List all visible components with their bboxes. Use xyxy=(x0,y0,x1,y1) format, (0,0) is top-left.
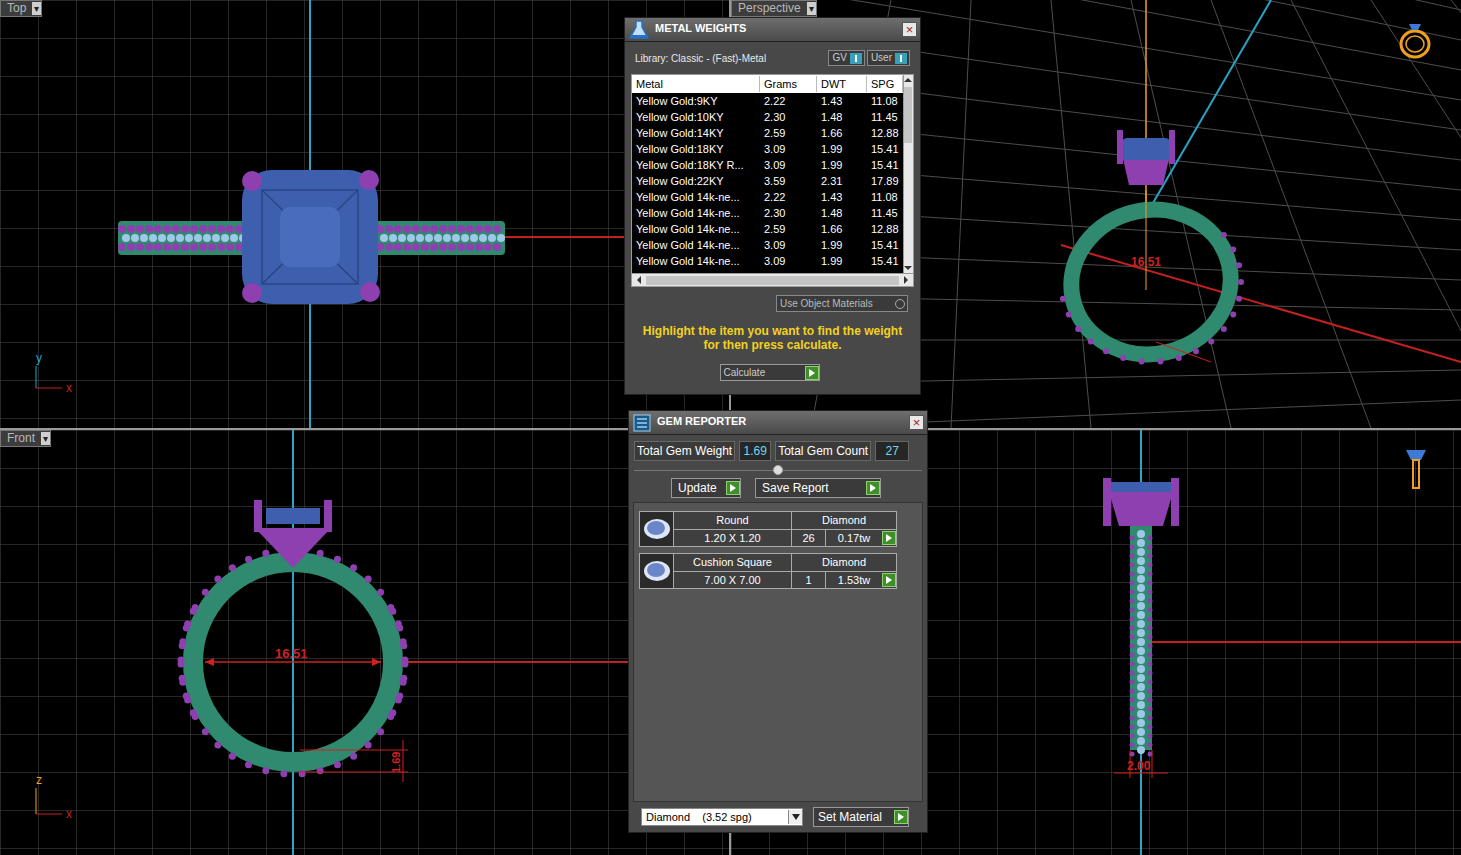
set-material-button[interactable]: Set Material xyxy=(813,807,909,827)
vertical-scrollbar[interactable] xyxy=(903,75,913,273)
toggle-indicator xyxy=(895,53,907,64)
total-count-label: Total Gem Count xyxy=(775,441,871,461)
scroll-down-icon[interactable] xyxy=(904,263,912,273)
svg-text:x: x xyxy=(66,381,72,395)
metal-table[interactable]: MetalGramsDWTSPGYellow Gold:9KY2.221.431… xyxy=(631,74,914,287)
svg-text:2.00: 2.00 xyxy=(1127,759,1151,773)
instruction-message: Highlight the item you want to find the … xyxy=(625,312,920,352)
table-row[interactable]: Yellow Gold:18KY3.091.9915.41 xyxy=(632,141,903,157)
top-view-drawing: yx xyxy=(0,0,729,428)
total-weight-label: Total Gem Weight xyxy=(634,441,735,461)
gem-thumbnail xyxy=(640,512,674,546)
material-select[interactable]: Diamond (3.52 spg) xyxy=(641,808,803,827)
gem-row[interactable]: RoundDiamond1.20 X 1.20260.17tw xyxy=(639,511,897,547)
ring-icon xyxy=(1395,14,1435,60)
toggle-indicator xyxy=(850,53,862,64)
toggle-button[interactable]: GV xyxy=(828,50,864,66)
gem-row[interactable]: Cushion SquareDiamond7.00 X 7.0011.53tw xyxy=(639,553,897,589)
dropdown-icon xyxy=(792,814,800,820)
report-icon xyxy=(632,413,652,433)
svg-text:16.51: 16.51 xyxy=(1131,255,1161,269)
splitter[interactable] xyxy=(629,461,927,475)
svg-text:z: z xyxy=(36,773,42,787)
toggle-button[interactable]: User xyxy=(867,50,910,66)
viewport-menu-button[interactable]: ▾ xyxy=(41,432,50,445)
svg-text:1.69: 1.69 xyxy=(390,752,402,773)
scroll-left-icon[interactable] xyxy=(634,276,644,284)
gem-icon xyxy=(642,559,672,583)
column-header[interactable]: Grams xyxy=(760,76,817,93)
column-header[interactable]: SPG xyxy=(867,76,903,93)
use-object-materials-button[interactable]: Use Object Materials xyxy=(776,295,908,312)
gem-list[interactable]: RoundDiamond1.20 X 1.20260.17tw Cushion S… xyxy=(633,502,923,802)
report-button[interactable]: Save Report xyxy=(755,478,881,498)
table-row[interactable]: Yellow Gold 14k-ne...2.301.4811.45 xyxy=(632,205,903,221)
table-row[interactable]: Yellow Gold:22KY3.592.3117.89 xyxy=(632,173,903,189)
report-button[interactable]: Update xyxy=(671,478,741,498)
viewport-menu-button[interactable]: ▾ xyxy=(807,2,816,15)
table-row[interactable]: Yellow Gold 14k-ne...2.221.4311.08 xyxy=(632,189,903,205)
table-row[interactable]: Yellow Gold:10KY2.301.4811.45 xyxy=(632,109,903,125)
column-header[interactable]: DWT xyxy=(817,76,867,93)
scroll-up-icon[interactable] xyxy=(904,75,912,85)
table-row[interactable]: Yellow Gold:14KY2.591.6612.88 xyxy=(632,125,903,141)
scroll-right-icon[interactable] xyxy=(901,276,911,284)
column-header[interactable]: Metal xyxy=(632,76,760,93)
go-arrow-icon[interactable] xyxy=(882,573,896,587)
front-viewport[interactable]: 16.51 1.69 z x Front▾ xyxy=(0,430,729,855)
table-row[interactable]: Yellow Gold 14k-ne...3.091.9915.41 xyxy=(632,237,903,253)
panel-title-bar[interactable]: METAL WEIGHTS× xyxy=(625,18,920,42)
top-viewport[interactable]: yxTop▾ xyxy=(0,0,729,428)
viewport-label[interactable]: Top▾ xyxy=(0,0,42,17)
gem-thumbnail xyxy=(640,554,674,588)
ring-side-icon xyxy=(1406,450,1426,488)
panel-title-bar[interactable]: GEM REPORTER× xyxy=(629,411,927,435)
svg-text:y: y xyxy=(36,351,42,365)
metal-weights-panel[interactable]: METAL WEIGHTS× Library: Classic - (Fast)-… xyxy=(624,17,921,395)
close-button[interactable]: × xyxy=(902,22,917,37)
gem-reporter-panel[interactable]: GEM REPORTER× Total Gem Weight1.69Total G… xyxy=(628,410,928,833)
go-arrow-icon[interactable] xyxy=(882,531,896,545)
flask-icon xyxy=(628,20,650,40)
viewport-label[interactable]: Perspective▾ xyxy=(731,0,817,17)
go-arrow-icon[interactable] xyxy=(805,366,819,380)
table-row[interactable]: Yellow Gold:9KY2.221.4311.08 xyxy=(632,93,903,109)
table-header: MetalGramsDWTSPG xyxy=(632,75,903,93)
cad-workspace: yxTop▾16.51Perspective▾16.511.69zxFront▾… xyxy=(0,0,1461,855)
gem-icon xyxy=(642,517,672,541)
table-row[interactable]: Yellow Gold:18KY R...3.091.9915.41 xyxy=(632,157,903,173)
svg-text:16.51: 16.51 xyxy=(275,646,308,661)
table-row[interactable]: Yellow Gold 14k-ne...2.591.6612.88 xyxy=(632,221,903,237)
viewport-label[interactable]: Front▾ xyxy=(0,430,51,447)
go-arrow-icon[interactable] xyxy=(866,481,880,495)
close-button[interactable]: × xyxy=(909,415,924,430)
total-count-value: 27 xyxy=(875,441,909,461)
total-weight-value: 1.69 xyxy=(739,441,771,461)
table-row[interactable]: Yellow Gold 14k-ne...3.091.9915.41 xyxy=(632,253,903,269)
calculate-button[interactable]: Calculate xyxy=(720,364,820,381)
svg-text:x: x xyxy=(66,807,72,821)
go-arrow-icon[interactable] xyxy=(726,481,740,495)
front-view-drawing: 16.51 1.69 z x xyxy=(0,430,729,855)
horizontal-scrollbar[interactable] xyxy=(632,273,913,286)
library-label: Library: Classic - (Fast)-Metal xyxy=(635,51,766,66)
viewport-menu-button[interactable]: ▾ xyxy=(32,2,41,15)
go-arrow-icon[interactable] xyxy=(894,810,908,824)
